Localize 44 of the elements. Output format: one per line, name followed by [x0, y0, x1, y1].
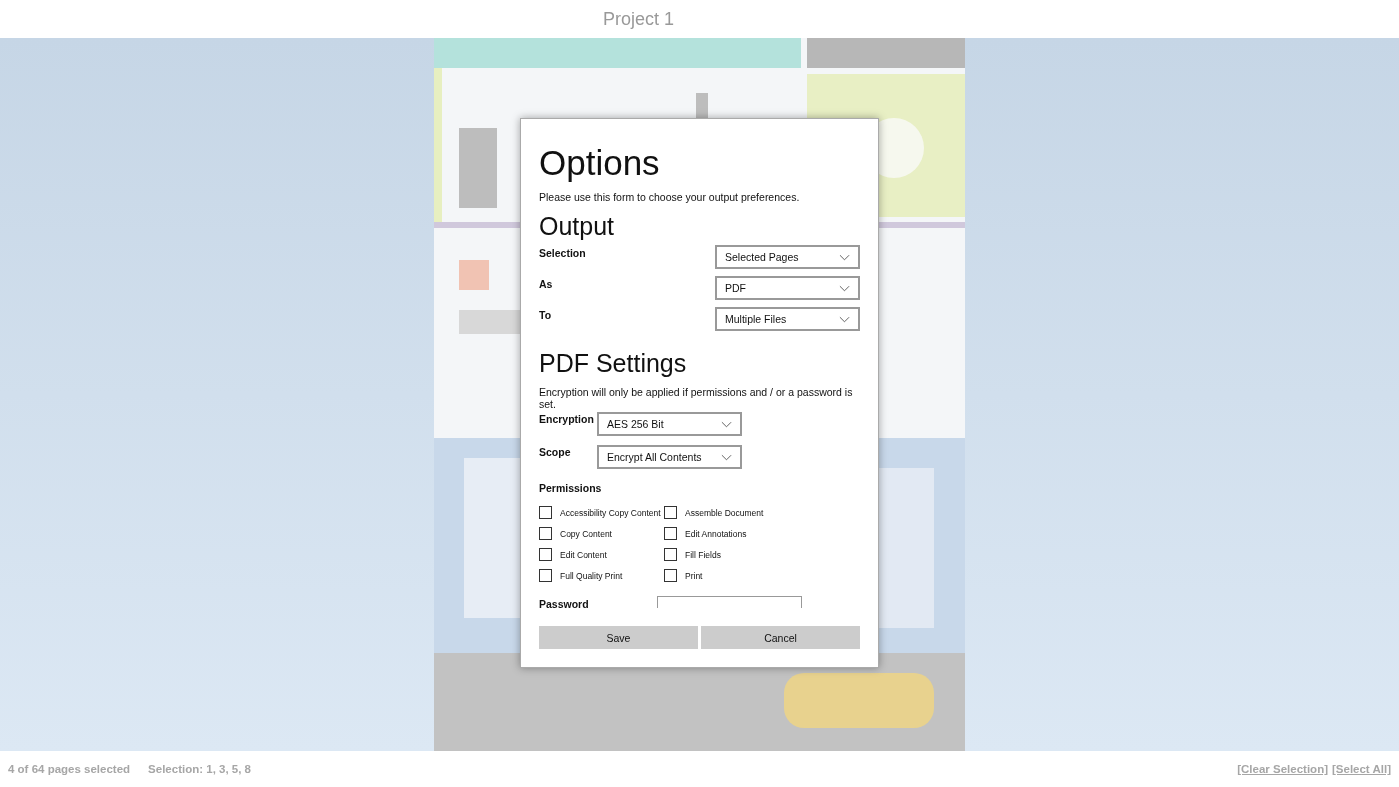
field-label: Scope	[539, 445, 572, 458]
field-label: To	[539, 308, 552, 321]
checkbox-label: Edit Annotations	[685, 528, 747, 539]
field-label: As	[539, 277, 553, 290]
selection-text: Selection: 1, 3, 5, 8	[148, 763, 251, 775]
section-heading: PDF Settings	[539, 348, 688, 378]
note-text: Encryption will only be applied if permissions and / or a password is set.	[539, 386, 854, 410]
checkbox-label: Copy Content	[560, 528, 612, 539]
checkbox[interactable]	[539, 569, 552, 582]
checkbox-label: Print	[685, 570, 703, 581]
checkbox[interactable]	[539, 506, 552, 519]
selected-count: 4 of 64 pages selected	[8, 763, 131, 775]
dropdown[interactable]: Encrypt All Contents	[597, 445, 742, 469]
field-label: Password	[539, 597, 590, 610]
password-field[interactable]	[657, 596, 802, 608]
dropdown[interactable]: AES 256 Bit	[597, 412, 742, 436]
checkbox[interactable]	[664, 527, 677, 540]
chevron-icon	[721, 420, 732, 428]
chevron-icon	[839, 253, 850, 261]
checkbox[interactable]	[539, 548, 552, 561]
dialog-title: Options	[539, 143, 661, 183]
dropdown[interactable]: Multiple Files	[715, 307, 860, 331]
checkbox-label: Edit Content	[560, 549, 607, 560]
checkbox-label: Accessibility Copy Content	[560, 507, 661, 518]
dropdown[interactable]: Selected Pages	[715, 245, 860, 269]
field-label: Encryption	[539, 412, 595, 425]
chevron-icon	[839, 315, 850, 323]
permissions-label: Permissions	[539, 482, 603, 494]
checkbox-label: Full Quality Print	[560, 570, 623, 581]
chevron-icon	[839, 284, 850, 292]
chevron-icon	[721, 453, 732, 461]
checkbox[interactable]	[664, 506, 677, 519]
checkbox-label: Assemble Document	[685, 507, 764, 518]
checkbox[interactable]	[539, 527, 552, 540]
checkbox[interactable]	[664, 569, 677, 582]
cancel-button[interactable]: Cancel	[701, 626, 860, 649]
save-button[interactable]: Save	[539, 626, 698, 649]
section-heading: Output	[539, 211, 616, 241]
field-label: Selection	[539, 246, 586, 259]
dropdown[interactable]: PDF	[715, 276, 860, 300]
project-title: Project 1	[603, 8, 675, 30]
intro-text: Please use this form to choose your output preferences.	[539, 191, 801, 203]
checkbox-label: Fill Fields	[685, 549, 721, 560]
checkbox[interactable]	[664, 548, 677, 561]
